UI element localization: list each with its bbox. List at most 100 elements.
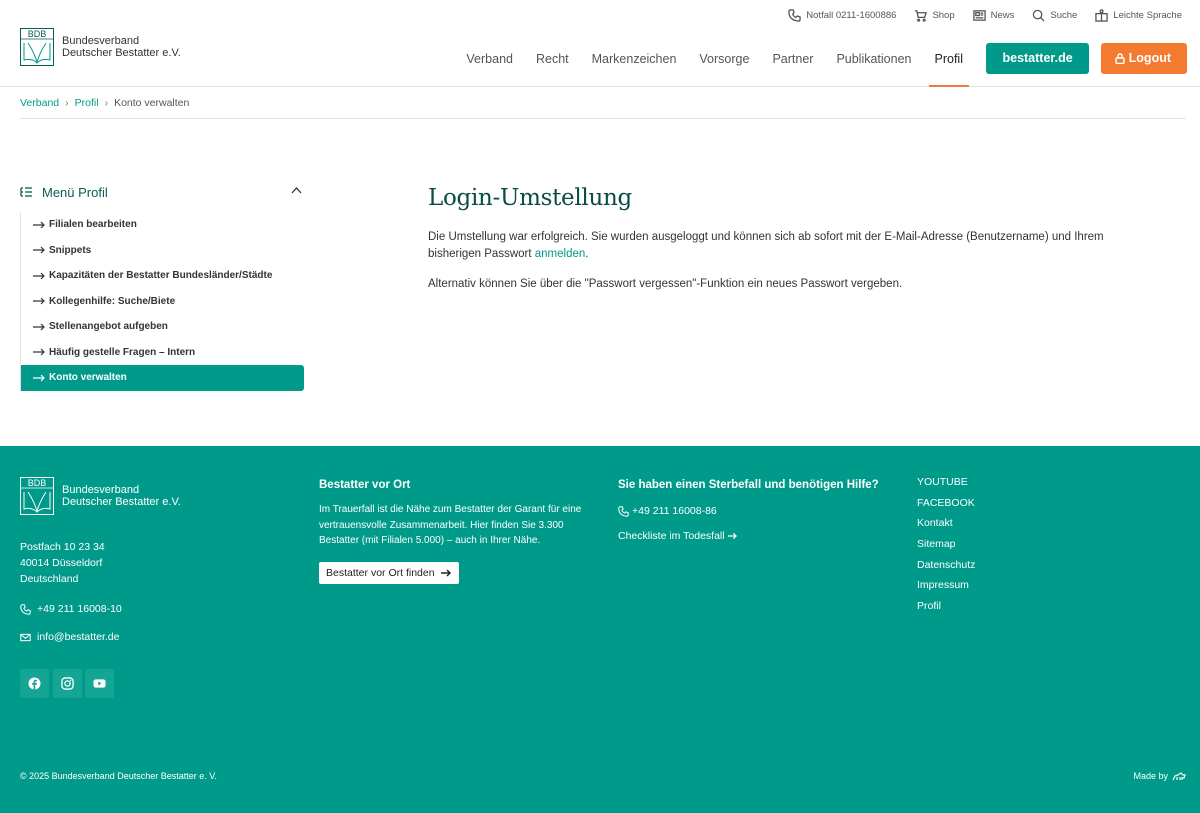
logo-line-2: Deutscher Bestatter e.V. — [62, 47, 181, 59]
site-footer: BDB Bundesverband Deutscher Bestatter e.… — [0, 446, 1200, 813]
facebook-link[interactable] — [20, 669, 49, 698]
footer-link-profil[interactable]: Profil — [917, 599, 975, 620]
copyright: © 2025 Bundesverband Deutscher Bestatter… — [20, 771, 217, 781]
sidebar-item-kollegenhilfe[interactable]: Kollegenhilfe: Suche/Biete — [21, 289, 304, 315]
sidebar-item-kapazitaeten[interactable]: Kapazitäten der Bestatter Bundesländer/S… — [21, 263, 304, 289]
arrow-right-icon — [33, 246, 45, 254]
address-line: Deutschland — [20, 573, 79, 585]
footer-link-kontakt[interactable]: Kontakt — [917, 516, 975, 537]
bestatter-de-button[interactable]: bestatter.de — [986, 43, 1089, 74]
footer-logo[interactable]: BDB Bundesverband Deutscher Bestatter e.… — [20, 477, 181, 515]
footer-col2-heading: Bestatter vor Ort — [319, 479, 411, 491]
agency-logo-icon — [1172, 771, 1186, 780]
logout-label: Logout — [1128, 51, 1171, 65]
breadcrumb-separator: › — [104, 97, 109, 109]
sidebar-item-snippets[interactable]: Snippets — [21, 238, 304, 264]
checklist-label: Checkliste im Todesfall — [618, 530, 725, 542]
cart-icon — [915, 10, 928, 22]
made-by-label: Made by — [1133, 771, 1168, 781]
arrow-right-icon — [33, 272, 45, 280]
utility-shop-link[interactable]: Shop — [914, 9, 955, 22]
arrow-right-icon — [33, 348, 45, 356]
lock-icon — [1114, 53, 1125, 64]
logo-wordmark: Bundesverband Deutscher Bestatter e.V. — [62, 35, 181, 59]
phone-icon — [618, 505, 629, 517]
instagram-link[interactable] — [52, 669, 82, 698]
success-message: Die Umstellung war erfolgreich. Sie wurd… — [428, 229, 1148, 263]
main-nav: Verband Recht Markenzeichen Vorsorge Par… — [455, 43, 1187, 87]
utility-emergency-link[interactable]: Notfall 0211-1600886 — [788, 9, 896, 22]
bestatter-finden-label: Bestatter vor Ort finden — [326, 566, 435, 579]
utility-emergency-label: Notfall 0211-1600886 — [806, 10, 897, 21]
utility-news-link[interactable]: News — [972, 9, 1015, 22]
phone-icon — [20, 603, 31, 615]
address-line: Postfach 10 23 34 — [20, 541, 105, 553]
chevron-up-icon[interactable] — [291, 186, 302, 194]
nav-markenzeichen[interactable]: Markenzeichen — [592, 44, 677, 74]
arrow-right-icon — [33, 297, 45, 305]
instagram-icon — [60, 677, 74, 690]
bdb-logo-icon: BDB — [20, 477, 54, 515]
utility-easy-language-label: Leichte Sprache — [1113, 10, 1182, 21]
youtube-link[interactable] — [85, 669, 114, 698]
footer-phone: +49 211 16008-10 — [37, 603, 122, 615]
nav-recht[interactable]: Recht — [536, 44, 569, 74]
sidebar-item-konto-verwalten[interactable]: Konto verwalten — [21, 365, 304, 391]
footer-link-datenschutz[interactable]: Datenschutz — [917, 558, 975, 579]
footer-col3-heading: Sie haben einen Sterbefall und benötigen… — [618, 479, 879, 491]
utility-news-label: News — [990, 10, 1015, 21]
sidebar-item-faq-intern[interactable]: Häufig gestelle Fragen – Intern — [21, 340, 304, 366]
facebook-icon — [28, 677, 41, 690]
bestatter-finden-button[interactable]: Bestatter vor Ort finden — [319, 561, 459, 584]
footer-link-sitemap[interactable]: Sitemap — [917, 537, 975, 558]
easy-language-icon — [1095, 9, 1109, 22]
footer-links: YOUTUBE FACEBOOK Kontakt Sitemap Datensc… — [917, 475, 975, 620]
sidebar-header[interactable]: Menü Profil — [20, 182, 304, 202]
utility-easy-language-link[interactable]: Leichte Sprache — [1095, 9, 1182, 22]
site-header: BDB Bundesverband Deutscher Bestatter e.… — [0, 0, 1200, 87]
sidebar-item-label: Häufig gestelle Fragen – Intern — [49, 346, 196, 358]
utility-search-link[interactable]: Suche — [1032, 9, 1077, 22]
search-icon — [1033, 9, 1045, 22]
footer-logo-line-2: Deutscher Bestatter e.V. — [62, 496, 181, 508]
sidebar-item-stellenangebot[interactable]: Stellenangebot aufgeben — [21, 314, 304, 340]
logout-button[interactable]: Logout — [1100, 43, 1187, 74]
newspaper-icon — [972, 10, 986, 21]
logo-line-1: Bundesverband — [62, 35, 140, 47]
nav-partner[interactable]: Partner — [772, 44, 813, 74]
footer-link-youtube[interactable]: YOUTUBE — [917, 475, 975, 496]
checklist-link[interactable]: Checkliste im Todesfall — [618, 530, 898, 542]
logo-mark-text: BDB — [28, 29, 47, 39]
sidebar-item-label: Snippets — [49, 244, 92, 256]
sidebar-item-filialen[interactable]: Filialen bearbeiten — [21, 212, 304, 238]
main-content: Login-Umstellung Die Umstellung war erfo… — [428, 185, 1148, 293]
site-logo[interactable]: BDB Bundesverband Deutscher Bestatter e.… — [20, 28, 181, 66]
breadcrumb-divider — [20, 118, 1186, 119]
breadcrumb-separator: › — [65, 97, 69, 109]
footer-phone-link[interactable]: +49 211 16008-10 — [20, 603, 122, 615]
bdb-logo-icon: BDB — [20, 28, 54, 66]
made-by-link[interactable]: Made by — [1133, 771, 1186, 781]
nav-publikationen[interactable]: Publikationen — [836, 44, 911, 74]
footer-help-phone-link[interactable]: +49 211 16008-86 — [618, 505, 898, 517]
arrow-right-icon — [33, 323, 45, 331]
sidebar-title: Menü Profil — [42, 184, 108, 200]
footer-email-link[interactable]: info@bestatter.de — [20, 631, 119, 643]
breadcrumb-profil[interactable]: Profil — [75, 97, 99, 109]
nav-verband[interactable]: Verband — [466, 44, 513, 74]
footer-link-impressum[interactable]: Impressum — [917, 578, 975, 599]
footer-link-facebook[interactable]: FACEBOOK — [917, 496, 975, 517]
arrow-right-icon — [33, 374, 45, 382]
breadcrumb-verband[interactable]: Verband — [20, 97, 59, 109]
page-title: Login-Umstellung — [428, 185, 632, 211]
footer-logo-wordmark: Bundesverband Deutscher Bestatter e.V. — [62, 484, 181, 508]
footer-bestatter-vor-ort: Bestatter vor Ort Im Trauerfall ist die … — [319, 479, 589, 584]
phone-icon — [788, 9, 802, 22]
social-links — [20, 669, 118, 698]
nav-profil[interactable]: Profil — [928, 44, 970, 87]
login-link[interactable]: anmelden — [535, 248, 586, 260]
password-hint: Alternativ können Sie über die "Passwort… — [428, 278, 903, 290]
breadcrumb-current: Konto verwalten — [114, 97, 190, 109]
nav-vorsorge[interactable]: Vorsorge — [699, 44, 749, 74]
breadcrumb: Verband › Profil › Konto verwalten — [20, 97, 189, 109]
